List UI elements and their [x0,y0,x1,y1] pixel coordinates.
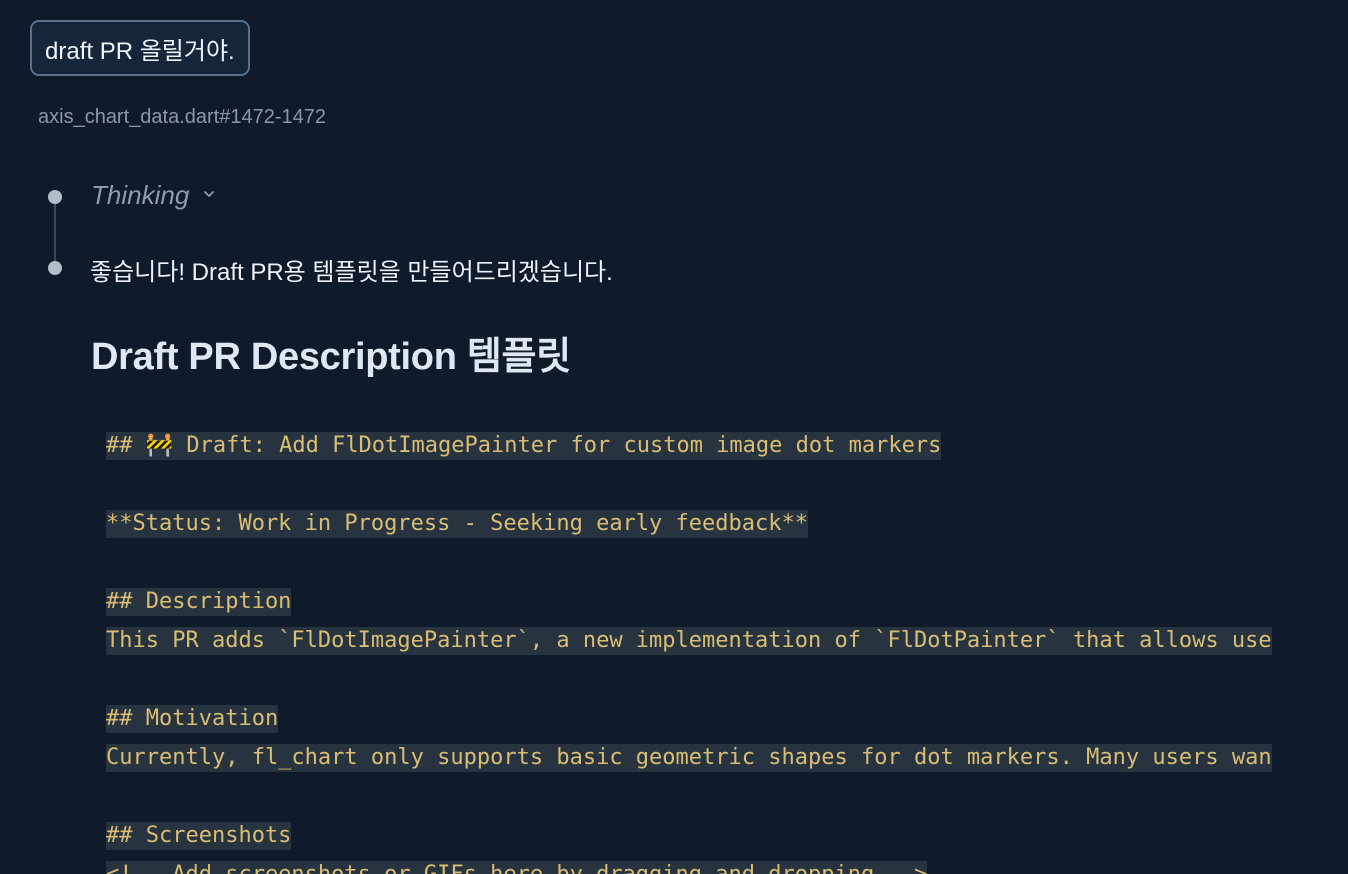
code-line: ## 🚧 Draft: Add FlDotImagePainter for cu… [106,432,942,460]
code-line: ## Screenshots [106,822,292,850]
code-line: Currently, fl_chart only supports basic … [106,744,1272,772]
timeline-dot-icon [48,261,62,275]
code-line: **Status: Work in Progress - Seeking ear… [106,510,808,538]
chat-panel: draft PR 올릴거야. axis_chart_data.dart#1472… [0,0,1348,874]
timeline-connector [54,196,56,268]
timeline-dot-icon [48,190,62,204]
code-line: ## Motivation [106,705,279,733]
code-line: <!-- Add screenshots or GIFs here by dra… [106,861,928,874]
code-line: This PR adds `FlDotImagePainter`, a new … [106,627,1272,655]
code-line: ## Description [106,588,292,616]
code-block: ## 🚧 Draft: Add FlDotImagePainter for cu… [106,0,1336,874]
